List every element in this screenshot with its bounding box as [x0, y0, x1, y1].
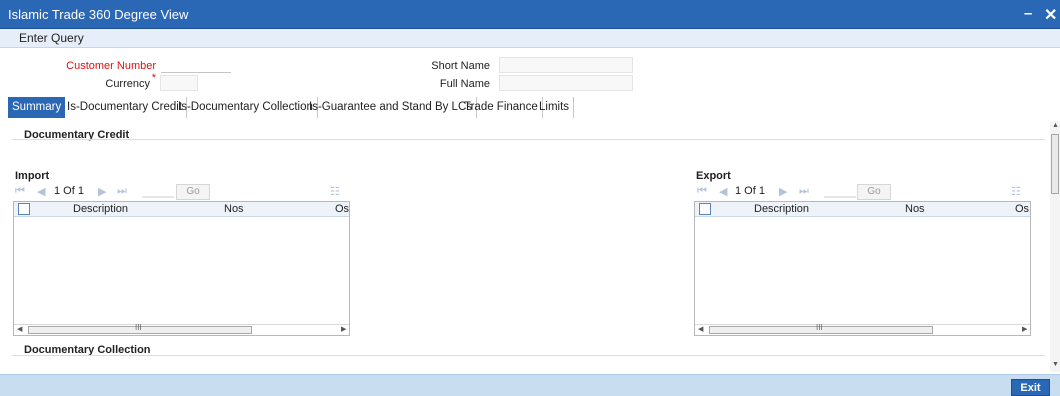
import-grid: Description Nos Os ◀ III ▶ — [13, 201, 350, 336]
scroll-down-icon[interactable]: ▼ — [1052, 361, 1059, 368]
import-page-indicator: 1 Of 1 — [54, 185, 84, 197]
exit-button[interactable]: Exit — [1011, 379, 1050, 396]
scroll-grip-icon: III — [816, 323, 823, 332]
tab-is-documentary-collection[interactable]: Is-Documentary Collection — [174, 97, 318, 118]
first-page-icon[interactable]: ⏮ — [697, 185, 707, 198]
import-grid-header: Description Nos Os — [14, 202, 349, 217]
columns-icon[interactable]: ☷ — [330, 185, 340, 198]
tab-is-guarantee[interactable]: Is-Guarantee and Stand By LCs — [305, 97, 478, 118]
export-grid-title: Export — [696, 170, 731, 182]
import-col-os[interactable]: Os — [335, 203, 349, 215]
currency-field[interactable] — [160, 75, 198, 91]
export-page-indicator: 1 Of 1 — [735, 185, 765, 197]
export-pager: ⏮ ◀ 1 Of 1 ▶ ⏭ Go ☷ — [697, 184, 1037, 200]
next-page-icon[interactable]: ▶ — [98, 185, 106, 198]
export-page-input[interactable] — [824, 196, 856, 198]
scroll-left-icon[interactable]: ◀ — [17, 325, 22, 333]
next-page-icon[interactable]: ▶ — [779, 185, 787, 198]
export-horizontal-scrollbar[interactable]: ◀ III ▶ — [695, 323, 1030, 335]
import-horizontal-scrollbar[interactable]: ◀ III ▶ — [14, 323, 349, 335]
tab-is-documentary-credit[interactable]: Is-Documentary Credit — [63, 97, 188, 118]
section-divider — [12, 139, 1045, 140]
export-grid: Description Nos Os ◀ III ▶ — [694, 201, 1031, 336]
prev-page-icon[interactable]: ◀ — [719, 185, 727, 198]
scroll-right-icon[interactable]: ▶ — [341, 325, 346, 333]
tab-trade-finance[interactable]: Trade Finance — [460, 97, 543, 118]
import-pager: ⏮ ◀ 1 Of 1 ▶ ⏭ Go ☷ — [15, 184, 355, 200]
first-page-icon[interactable]: ⏮ — [15, 185, 25, 198]
page-vertical-scrollbar[interactable]: ▲ ▼ — [1050, 121, 1060, 372]
scroll-up-icon[interactable]: ▲ — [1052, 122, 1059, 129]
last-page-icon[interactable]: ⏭ — [799, 185, 809, 198]
import-grid-title: Import — [15, 170, 50, 182]
short-name-label: Short Name — [431, 60, 490, 72]
import-col-description[interactable]: Description — [73, 203, 128, 215]
last-page-icon[interactable]: ⏭ — [117, 185, 127, 198]
menu-bar: Enter Query — [0, 29, 1060, 48]
enter-query-menu-item[interactable]: Enter Query — [19, 31, 84, 45]
export-col-description[interactable]: Description — [754, 203, 809, 215]
close-icon[interactable]: ✕ — [1044, 5, 1057, 25]
export-select-all-checkbox[interactable] — [699, 203, 711, 215]
customer-number-field[interactable] — [161, 57, 231, 73]
section-divider — [12, 355, 1045, 356]
window-title: Islamic Trade 360 Degree View — [8, 7, 189, 22]
footer-bar — [0, 374, 1060, 396]
import-page-input[interactable] — [142, 196, 174, 198]
scroll-left-icon[interactable]: ◀ — [698, 325, 703, 333]
export-col-os[interactable]: Os — [1015, 203, 1029, 215]
export-grid-header: Description Nos Os — [695, 202, 1030, 217]
full-name-label: Full Name — [439, 78, 490, 90]
import-go-button[interactable]: Go — [176, 184, 210, 200]
import-select-all-checkbox[interactable] — [18, 203, 30, 215]
short-name-field[interactable] — [499, 57, 633, 73]
import-col-nos[interactable]: Nos — [224, 203, 244, 215]
scroll-right-icon[interactable]: ▶ — [1022, 325, 1027, 333]
prev-page-icon[interactable]: ◀ — [37, 185, 45, 198]
full-name-field[interactable] — [499, 75, 633, 91]
minimize-icon[interactable]: – — [1024, 5, 1032, 22]
page-scroll-thumb[interactable] — [1051, 134, 1059, 194]
window-title-bar: Islamic Trade 360 Degree View – ✕ — [0, 0, 1060, 29]
tab-summary[interactable]: Summary — [8, 97, 66, 118]
currency-label: Currency — [105, 78, 150, 90]
export-go-button[interactable]: Go — [857, 184, 891, 200]
export-col-nos[interactable]: Nos — [905, 203, 925, 215]
scroll-grip-icon: III — [135, 323, 142, 332]
columns-icon[interactable]: ☷ — [1011, 185, 1021, 198]
tab-limits[interactable]: Limits — [535, 97, 575, 118]
